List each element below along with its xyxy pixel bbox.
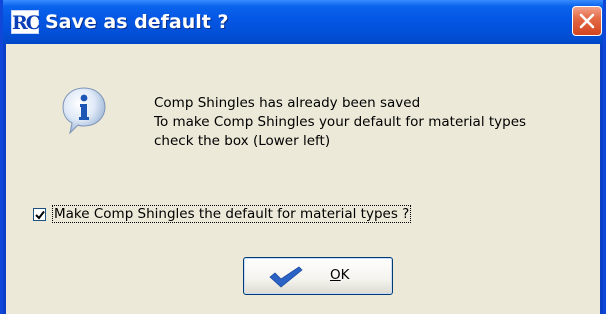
app-icon: RC [11,10,41,34]
ok-mnemonic: O [330,267,341,283]
info-icon [62,87,106,135]
dialog-window: RC Save as default ? Comp Shingles has a… [0,0,606,314]
message-line: check the box (Lower left) [154,133,331,149]
message-text: Comp Shingles has already been saved To … [154,94,594,151]
default-checkbox-row[interactable]: Make Comp Shingles the default for mater… [33,204,412,224]
ok-button[interactable]: OK [243,257,393,295]
message-line: To make Comp Shingles your default for m… [154,114,527,130]
ok-label-rest: K [340,267,350,283]
checkmark-icon [269,266,303,288]
message-line: Comp Shingles has already been saved [154,95,421,111]
ok-button-label: OK [330,267,350,283]
dialog-body: Comp Shingles has already been saved To … [6,44,600,314]
close-icon [579,13,595,29]
default-checkbox[interactable] [33,207,46,221]
window-title: Save as default ? [45,11,229,33]
title-bar[interactable]: RC Save as default ? [3,0,603,44]
close-button[interactable] [572,6,602,36]
check-icon [35,210,45,220]
default-checkbox-label[interactable]: Make Comp Shingles the default for mater… [51,205,412,223]
